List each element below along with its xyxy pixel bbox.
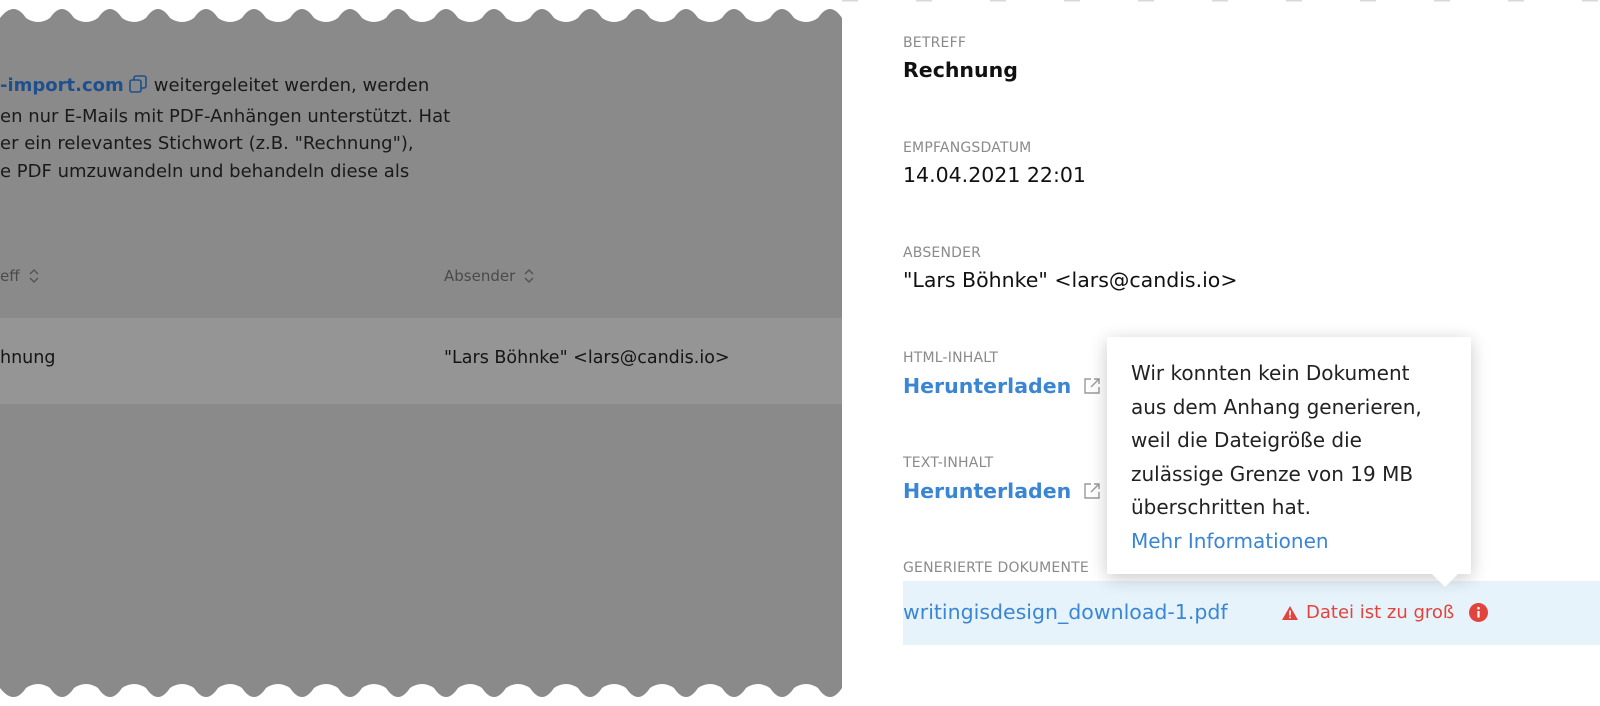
file-too-large-status: Datei ist zu groß: [1281, 602, 1489, 623]
subject-label: BETREFF: [903, 35, 967, 51]
html-download-label: Herunterladen: [903, 374, 1072, 398]
intro-line-3: er ein relevantes Stichwort (z.B. "Rechn…: [0, 133, 414, 154]
tooltip-message: Wir konnten kein Dokument aus dem Anhang…: [1131, 361, 1422, 519]
column-header-sender-label: Absender: [444, 267, 516, 285]
generated-document-row: writingisdesign_download-1.pdf Datei ist…: [903, 581, 1600, 645]
sort-icon: [524, 268, 534, 284]
tooltip-arrow: [1432, 574, 1458, 587]
received-date-label: EMPFANGSDATUM: [903, 140, 1032, 156]
html-content-label: HTML-INHALT: [903, 350, 999, 366]
external-link-icon: [1084, 483, 1100, 499]
file-error-text: Datei ist zu groß: [1306, 602, 1455, 623]
more-info-link[interactable]: Mehr Informationen: [1131, 525, 1451, 559]
received-date-value: 14.04.2021 22:01: [903, 163, 1086, 187]
torn-edge-bottom: [0, 684, 842, 706]
dimmed-background-panel: -import.com weitergeleitet werden, werden…: [0, 0, 842, 706]
tooltip-content: Wir konnten kein Dokument aus dem Anhang…: [1131, 357, 1451, 558]
row-subject: hnung: [0, 348, 56, 368]
warning-icon: [1282, 605, 1298, 620]
text-content-label: TEXT-INHALT: [903, 455, 994, 471]
intro-line-4: e PDF umzuwandeln und behandeln diese al…: [0, 160, 410, 182]
copy-icon[interactable]: [128, 74, 148, 103]
file-error-tooltip: Wir konnten kein Dokument aus dem Anhang…: [1107, 337, 1471, 587]
torn-edge-top: [0, 0, 842, 22]
column-header-subject[interactable]: eff: [0, 266, 40, 286]
import-email-address[interactable]: -import.com: [0, 75, 124, 96]
intro-text-1: weitergeleitet werden, werden: [153, 75, 430, 96]
text-download-link[interactable]: Herunterladen: [903, 479, 1101, 503]
document-link[interactable]: writingisdesign_download-1.pdf: [903, 600, 1228, 624]
table-row[interactable]: hnung "Lars Böhnke" <lars@candis.io>: [0, 318, 842, 404]
column-header-sender[interactable]: Absender: [444, 266, 535, 286]
html-download-link[interactable]: Herunterladen: [903, 374, 1101, 398]
import-instructions: -import.com weitergeleitet werden, werden…: [0, 72, 451, 185]
intro-line-2: en nur E-Mails mit PDF-Anhängen unterstü…: [0, 105, 451, 127]
info-icon[interactable]: [1469, 603, 1489, 622]
text-download-label: Herunterladen: [903, 479, 1072, 503]
sender-value: "Lars Böhnke" <lars@candis.io>: [903, 268, 1238, 292]
torn-edge-top-right: [842, 0, 1600, 2]
row-sender: "Lars Böhnke" <lars@candis.io>: [444, 348, 730, 368]
external-link-icon: [1084, 378, 1100, 394]
sender-label: ABSENDER: [903, 245, 982, 261]
column-header-subject-label: eff: [0, 267, 20, 285]
subject-value: Rechnung: [903, 58, 1018, 82]
intro-line-1: -import.com weitergeleitet werden, werden: [0, 72, 430, 103]
sort-icon: [29, 268, 39, 284]
generated-documents-label: GENERIERTE DOKUMENTE: [903, 560, 1089, 576]
